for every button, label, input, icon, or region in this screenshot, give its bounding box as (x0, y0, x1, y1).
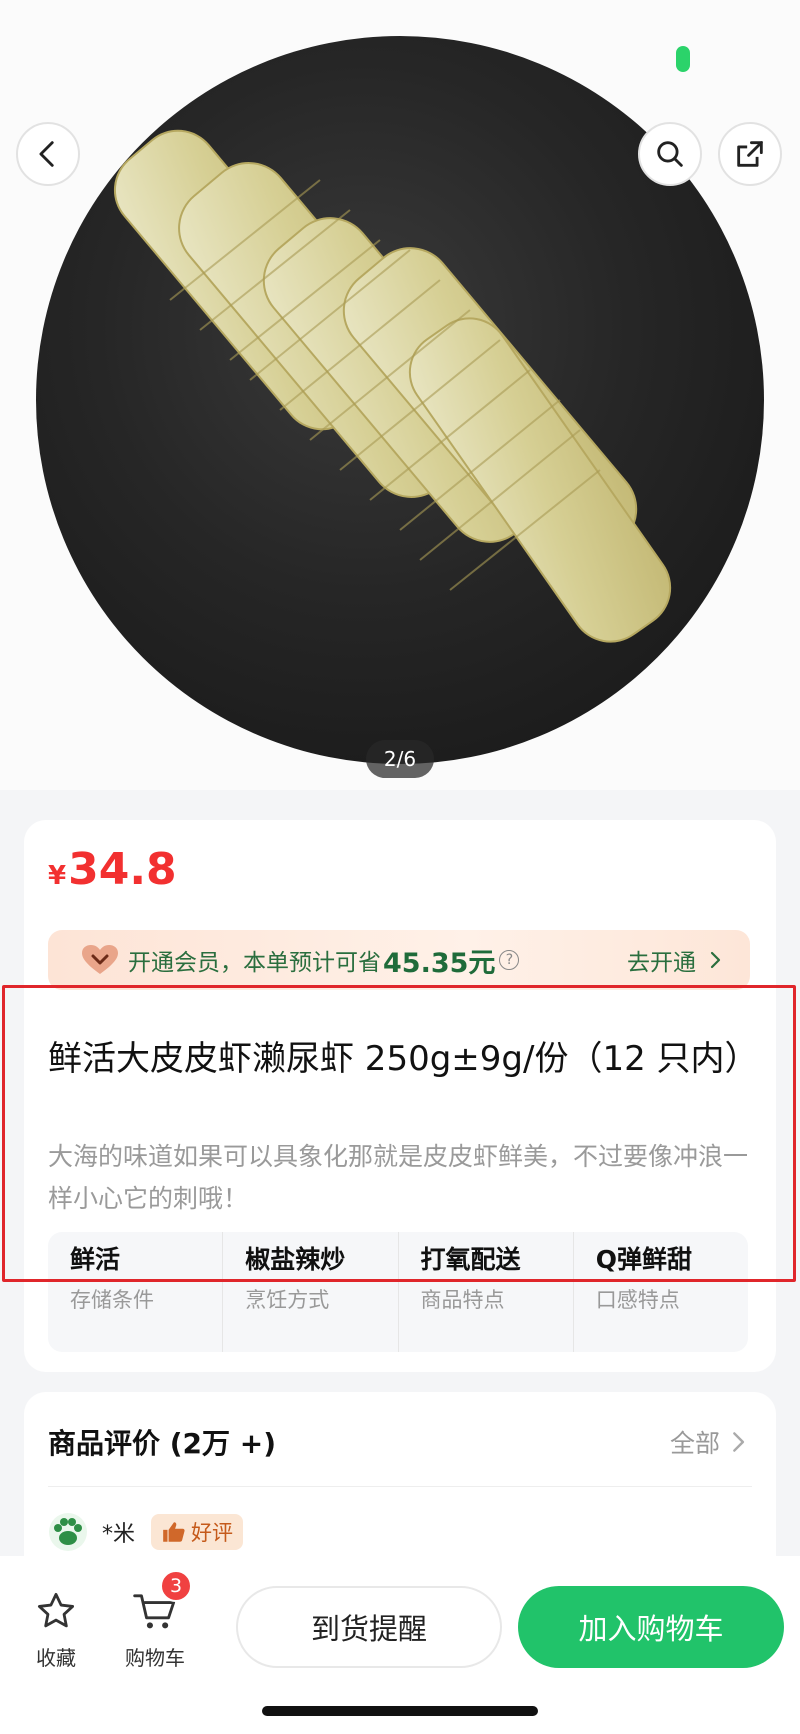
product-attributes: 鲜活 存储条件 椒盐辣炒 烹饪方式 打氧配送 商品特点 Q弹鲜甜 口感特点 (48, 1232, 748, 1352)
attribute-value: 打氧配送 (420, 1245, 521, 1274)
share-icon (737, 141, 763, 167)
reviews-all-link[interactable]: 全部 (670, 1424, 746, 1460)
help-icon[interactable]: ? (499, 950, 520, 970)
member-text: 开通会员，本单预计可省 (128, 950, 381, 976)
favorite-label: 收藏 (36, 1646, 76, 1670)
home-indicator (262, 1706, 538, 1716)
member-banner[interactable]: 开通会员，本单预计可省 45.35元 ? 去开通 (48, 930, 750, 990)
reviews-all-label: 全部 (669, 1429, 720, 1458)
member-text-group: 开通会员，本单预计可省 45.35元 ? (128, 941, 520, 980)
chevron-right-icon (733, 1432, 745, 1452)
price-currency: ¥ (48, 861, 67, 891)
attribute-label: 烹饪方式 (245, 1288, 330, 1312)
member-cta: 去开通 (627, 950, 696, 976)
back-icon (39, 141, 54, 167)
product-image-carousel[interactable]: 2/6 (0, 0, 800, 790)
attribute-label: 商品特点 (420, 1288, 505, 1312)
image-pager: 2/6 (366, 740, 434, 778)
attribute-item: 打氧配送 商品特点 (399, 1232, 574, 1352)
status-indicator (676, 46, 690, 72)
review-user-row: *米 好评 (48, 1512, 244, 1552)
product-detail-page: 2/6 ¥ 34.8 开通会员，本单预计可省 45.35元 ? 去开通 鲜活大皮… (0, 0, 800, 1734)
product-title: 鲜活大皮皮虾濑尿虾 250g±9g/份（12 只内） (48, 1039, 759, 1079)
thumbs-up-icon (163, 1522, 185, 1542)
add-to-cart-button[interactable]: 加入购物车 (518, 1586, 784, 1668)
cart-count-badge: 3 (160, 1570, 192, 1602)
paw-avatar-icon (49, 1513, 87, 1551)
star-icon (37, 1592, 75, 1628)
bottom-action-bar: 收藏 3 购物车 到货提醒 加入购物车 (0, 1556, 800, 1734)
good-review-label: 好评 (191, 1521, 234, 1545)
restock-reminder-button[interactable]: 到货提醒 (236, 1586, 502, 1668)
member-open-link[interactable]: 去开通 (627, 943, 724, 977)
good-review-badge: 好评 (151, 1514, 244, 1550)
heart-icon (82, 945, 118, 974)
member-saving-amount: 45.35元 (383, 947, 496, 979)
attribute-item: 椒盐辣炒 烹饪方式 (223, 1232, 399, 1352)
mantis-shrimp-image (113, 129, 672, 643)
price-value: 34.8 (68, 844, 177, 895)
search-icon (657, 141, 683, 167)
attribute-label: 存储条件 (70, 1288, 154, 1312)
reviews-title: 商品评价 (2万 +) (48, 1427, 277, 1460)
attribute-label: 口感特点 (595, 1288, 680, 1312)
attribute-value: 鲜活 (70, 1245, 121, 1274)
chevron-right-icon (710, 951, 721, 969)
product-info-card: ¥ 34.8 开通会员，本单预计可省 45.35元 ? 去开通 鲜活大皮皮虾濑尿… (24, 820, 776, 1372)
product-description: 大海的味道如果可以具象化那就是皮皮虾鲜美，不过要像冲浪一样小心它的刺哦！ (48, 1142, 749, 1213)
divider (48, 1486, 752, 1487)
attribute-value: Q弹鲜甜 (595, 1245, 693, 1274)
back-button[interactable] (16, 122, 80, 186)
search-button[interactable] (638, 122, 702, 186)
review-username: *米 (102, 1522, 136, 1547)
cart-label: 购物车 (125, 1646, 185, 1670)
attribute-value: 椒盐辣炒 (245, 1245, 346, 1274)
attribute-item: Q弹鲜甜 口感特点 (574, 1232, 748, 1352)
price: ¥ 34.8 (48, 844, 177, 895)
favorite-button[interactable]: 收藏 (30, 1590, 82, 1671)
cart-button[interactable]: 3 购物车 (122, 1570, 192, 1671)
attribute-item: 鲜活 存储条件 (48, 1232, 224, 1352)
share-button[interactable] (718, 122, 782, 186)
